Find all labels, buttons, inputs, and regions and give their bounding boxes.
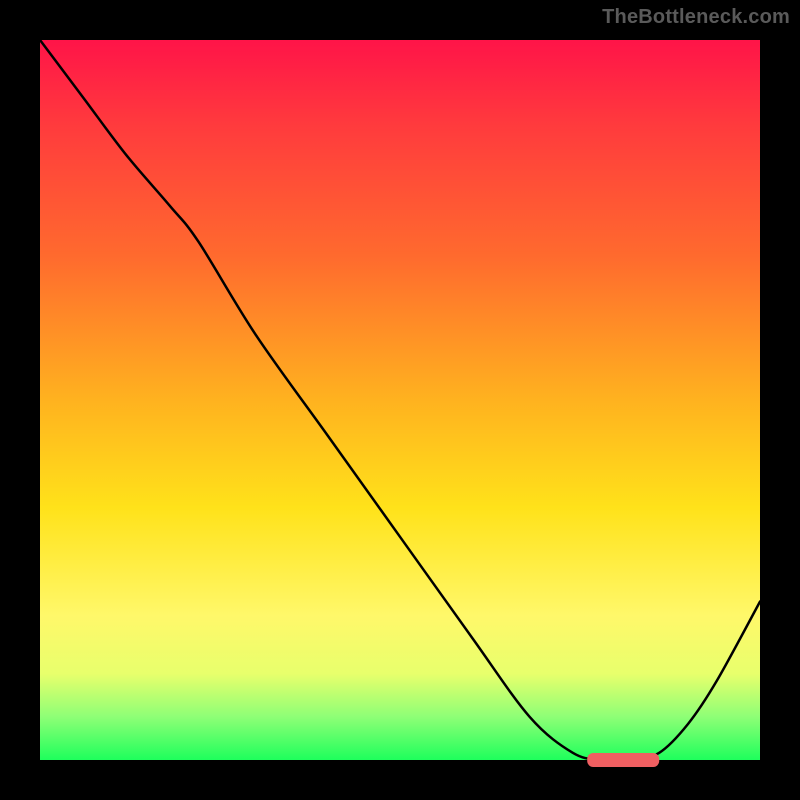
optimum-marker xyxy=(587,753,659,767)
chart-frame: TheBottleneck.com xyxy=(0,0,800,800)
curve-line xyxy=(40,40,760,761)
curve-layer xyxy=(40,40,760,760)
attribution-text: TheBottleneck.com xyxy=(602,6,790,29)
plot-area xyxy=(40,40,760,760)
